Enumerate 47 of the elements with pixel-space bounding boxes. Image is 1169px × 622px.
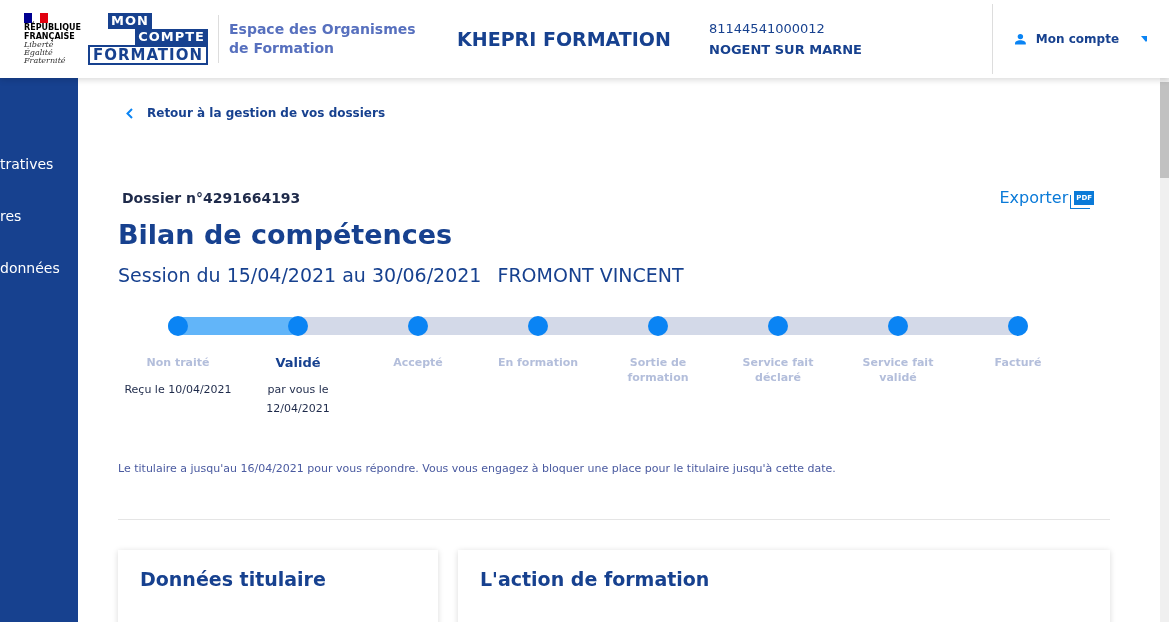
step-detail: par vous le 12/04/2021 <box>265 382 331 417</box>
republic-name: RÉPUBLIQUE <box>24 23 82 32</box>
step-dot <box>288 316 308 336</box>
sidebar-item[interactable]: données <box>0 260 78 276</box>
account-menu-button[interactable]: Mon compte <box>992 4 1169 74</box>
back-link[interactable]: Retour à la gestion de vos dossiers <box>118 106 1110 120</box>
step-label: Sortie de formation <box>626 355 690 385</box>
republic-name: FRANÇAISE <box>24 32 75 41</box>
flag-icon <box>24 13 48 23</box>
logo-text: FORMATION <box>87 45 208 65</box>
deadline-notice: Le titulaire a jusqu'au 16/04/2021 pour vous répondre. Vous vous engagez à bloquer une place pour le titulaire jusqu'à cette date. <box>118 462 837 475</box>
card-title: L'action de formation <box>480 568 711 590</box>
step-label: Validé <box>274 355 322 370</box>
sidebar-item[interactable]: res <box>0 208 78 224</box>
chevron-left-icon <box>126 107 133 119</box>
step-label: Facturé <box>993 355 1043 370</box>
space-title: Espace des Organismes de Formation <box>229 20 417 58</box>
city-name: NOGENT SUR MARNE <box>709 42 863 57</box>
motto-text: Fraternité <box>24 57 67 65</box>
caret-icon <box>1141 36 1147 42</box>
step-dot <box>888 316 908 336</box>
scrollbar-thumb[interactable] <box>1160 82 1169 178</box>
logo-text: MON <box>108 13 152 29</box>
step-label: Accepté <box>392 355 444 370</box>
card-title: Données titulaire <box>140 568 327 590</box>
sidebar-item[interactable]: tratives <box>0 156 78 172</box>
motto-text: Liberté <box>24 41 54 49</box>
organism-name: KHEPRI FORMATION <box>456 28 672 50</box>
logo-text: COMPTE <box>135 29 208 45</box>
page-title: Bilan de compétences <box>118 219 454 250</box>
step-dot <box>168 316 188 336</box>
step-dot <box>408 316 428 336</box>
dossier-number: Dossier n°4291664193 <box>121 189 301 206</box>
motto-text: Égalité <box>24 49 54 57</box>
step-label: Service fait déclaré <box>741 355 815 385</box>
session-dates: Session du 15/04/2021 au 30/06/2021 <box>118 264 482 286</box>
step-detail: Reçu le 10/04/2021 <box>123 382 233 398</box>
step-dot <box>648 316 668 336</box>
step-dot <box>528 316 548 336</box>
step-label: Non traité <box>145 355 211 370</box>
step-dot <box>768 316 788 336</box>
scrollbar[interactable] <box>1160 78 1169 622</box>
step-label: En formation <box>496 355 580 370</box>
holder-name: FROMONT VINCENT <box>497 264 684 286</box>
step-label: Service fait validé <box>861 355 935 385</box>
siret-number: 81144541000012 <box>709 21 826 36</box>
step-dot <box>1008 316 1028 336</box>
